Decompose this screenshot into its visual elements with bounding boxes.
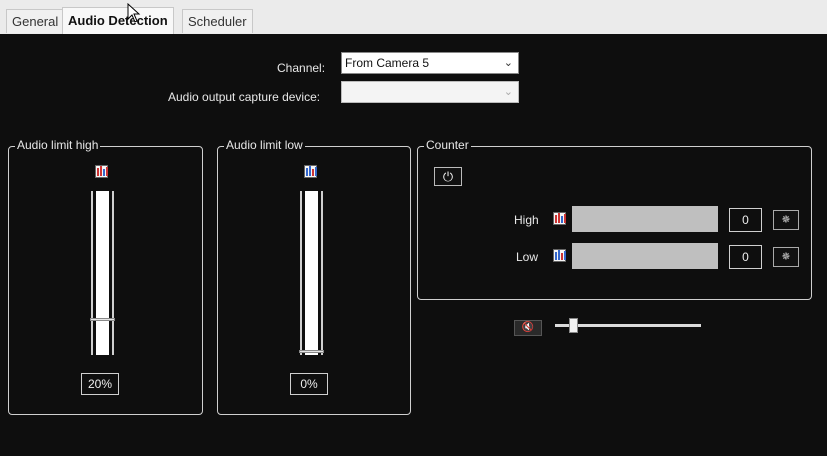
audio-limit-low-group: Audio limit low 0% [217,138,411,415]
counter-high-value: 0 [729,208,762,232]
capture-device-label: Audio output capture device: [168,90,321,104]
power-icon[interactable]: ⏻ [434,167,462,186]
audio-meter-icon[interactable] [95,165,108,178]
counter-high-bar [572,206,718,232]
volume-slider-thumb[interactable] [569,318,578,333]
counter-low-value: 0 [729,245,762,269]
slider-track [96,191,109,355]
tab-scheduler[interactable]: Scheduler [182,9,253,33]
audio-limit-high-group: Audio limit high 20% [8,138,203,415]
channel-value: From Camera 5 [345,56,430,70]
tab-label: Scheduler [188,14,247,29]
reset-icon: ✵ [781,214,791,226]
chevron-down-icon: ⌄ [503,86,513,98]
slider-thumb[interactable] [299,350,324,353]
slider-thumb[interactable] [90,318,115,321]
mouse-cursor-icon [127,3,141,23]
audio-detection-panel: Channel: From Camera 5 ⌄ Audio output ca… [0,34,827,456]
counter-low-bar [572,243,718,269]
audio-limit-low-slider[interactable] [299,191,324,355]
tab-label: General [12,14,59,29]
audio-limit-high-value: 20% [81,373,119,395]
audio-limit-high-title: Audio limit high [15,138,101,152]
slider-track [305,191,318,355]
capture-device-select[interactable]: ⌄ [341,81,519,103]
counter-low-label: Low [516,250,539,264]
channel-label: Channel: [277,61,326,75]
reset-icon: ✵ [781,251,791,263]
audio-limit-high-slider[interactable] [90,191,115,355]
reset-low-button[interactable]: ✵ [773,247,799,267]
tab-label: Audio Detection [68,13,168,28]
audio-meter-icon[interactable] [304,165,317,178]
tab-general[interactable]: General [6,9,65,33]
channel-select[interactable]: From Camera 5 ⌄ [341,52,519,74]
mute-speaker-icon[interactable]: 🔇 [514,320,542,336]
counter-high-label: High [514,213,539,227]
counter-title: Counter [424,138,471,152]
counter-group: Counter ⏻ High 0 ✵ Low 0 ✵ [417,138,812,300]
audio-limit-low-value: 0% [290,373,328,395]
audio-limit-low-title: Audio limit low [224,138,305,152]
audio-meter-icon[interactable] [553,249,566,262]
audio-meter-icon[interactable] [553,212,566,225]
tab-audio-detection[interactable]: Audio Detection [62,7,174,34]
reset-high-button[interactable]: ✵ [773,210,799,230]
tab-bar: General Audio Detection Scheduler [0,0,827,34]
chevron-down-icon: ⌄ [503,57,513,69]
